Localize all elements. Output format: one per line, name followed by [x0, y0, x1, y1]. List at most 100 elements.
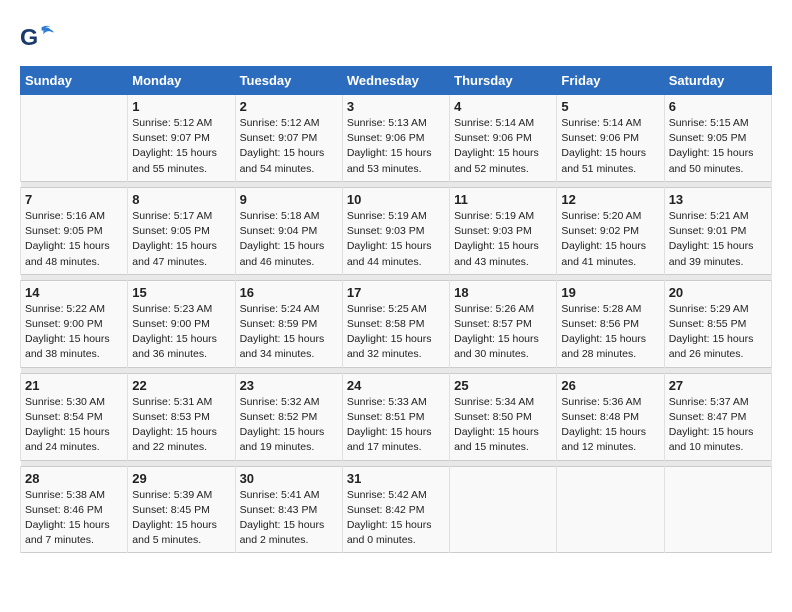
sunset-text: Sunset: 9:07 PM: [132, 131, 230, 146]
day-number: 9: [240, 192, 338, 207]
daylight-text: Daylight: 15 hours and 51 minutes.: [561, 146, 659, 176]
svg-text:G: G: [20, 24, 38, 50]
sunset-text: Sunset: 9:05 PM: [669, 131, 767, 146]
sunset-text: Sunset: 8:46 PM: [25, 503, 123, 518]
sunset-text: Sunset: 8:42 PM: [347, 503, 445, 518]
cell-info: Sunrise: 5:31 AM Sunset: 8:53 PM Dayligh…: [132, 395, 230, 456]
day-number: 19: [561, 285, 659, 300]
sunrise-text: Sunrise: 5:26 AM: [454, 302, 552, 317]
cell-info: Sunrise: 5:25 AM Sunset: 8:58 PM Dayligh…: [347, 302, 445, 363]
sunrise-text: Sunrise: 5:42 AM: [347, 488, 445, 503]
daylight-text: Daylight: 15 hours and 32 minutes.: [347, 332, 445, 362]
day-number: 5: [561, 99, 659, 114]
daylight-text: Daylight: 15 hours and 55 minutes.: [132, 146, 230, 176]
sunset-text: Sunset: 9:03 PM: [454, 224, 552, 239]
sunrise-text: Sunrise: 5:30 AM: [25, 395, 123, 410]
sunset-text: Sunset: 8:59 PM: [240, 317, 338, 332]
sunset-text: Sunset: 9:06 PM: [454, 131, 552, 146]
sunset-text: Sunset: 9:03 PM: [347, 224, 445, 239]
calendar-cell: 15 Sunrise: 5:23 AM Sunset: 9:00 PM Dayl…: [128, 280, 235, 367]
day-number: 23: [240, 378, 338, 393]
sunset-text: Sunset: 9:00 PM: [132, 317, 230, 332]
cell-info: Sunrise: 5:18 AM Sunset: 9:04 PM Dayligh…: [240, 209, 338, 270]
calendar-week-row: 28 Sunrise: 5:38 AM Sunset: 8:46 PM Dayl…: [21, 466, 772, 553]
daylight-text: Daylight: 15 hours and 43 minutes.: [454, 239, 552, 269]
day-number: 29: [132, 471, 230, 486]
sunset-text: Sunset: 8:54 PM: [25, 410, 123, 425]
sunset-text: Sunset: 8:50 PM: [454, 410, 552, 425]
daylight-text: Daylight: 15 hours and 30 minutes.: [454, 332, 552, 362]
sunrise-text: Sunrise: 5:20 AM: [561, 209, 659, 224]
day-number: 18: [454, 285, 552, 300]
cell-info: Sunrise: 5:33 AM Sunset: 8:51 PM Dayligh…: [347, 395, 445, 456]
sunrise-text: Sunrise: 5:25 AM: [347, 302, 445, 317]
day-number: 6: [669, 99, 767, 114]
cell-info: Sunrise: 5:34 AM Sunset: 8:50 PM Dayligh…: [454, 395, 552, 456]
sunrise-text: Sunrise: 5:22 AM: [25, 302, 123, 317]
sunset-text: Sunset: 8:51 PM: [347, 410, 445, 425]
sunset-text: Sunset: 9:01 PM: [669, 224, 767, 239]
cell-info: Sunrise: 5:14 AM Sunset: 9:06 PM Dayligh…: [454, 116, 552, 177]
cell-info: Sunrise: 5:15 AM Sunset: 9:05 PM Dayligh…: [669, 116, 767, 177]
sunset-text: Sunset: 8:43 PM: [240, 503, 338, 518]
daylight-text: Daylight: 15 hours and 38 minutes.: [25, 332, 123, 362]
daylight-text: Daylight: 15 hours and 12 minutes.: [561, 425, 659, 455]
day-number: 20: [669, 285, 767, 300]
calendar-cell: 5 Sunrise: 5:14 AM Sunset: 9:06 PM Dayli…: [557, 95, 664, 182]
sunset-text: Sunset: 9:07 PM: [240, 131, 338, 146]
calendar-cell: [21, 95, 128, 182]
calendar-cell: 10 Sunrise: 5:19 AM Sunset: 9:03 PM Dayl…: [342, 187, 449, 274]
header-day: Tuesday: [235, 67, 342, 95]
day-number: 8: [132, 192, 230, 207]
sunrise-text: Sunrise: 5:31 AM: [132, 395, 230, 410]
sunrise-text: Sunrise: 5:36 AM: [561, 395, 659, 410]
cell-info: Sunrise: 5:22 AM Sunset: 9:00 PM Dayligh…: [25, 302, 123, 363]
cell-info: Sunrise: 5:36 AM Sunset: 8:48 PM Dayligh…: [561, 395, 659, 456]
day-number: 2: [240, 99, 338, 114]
day-number: 13: [669, 192, 767, 207]
day-number: 12: [561, 192, 659, 207]
calendar-cell: 9 Sunrise: 5:18 AM Sunset: 9:04 PM Dayli…: [235, 187, 342, 274]
sunrise-text: Sunrise: 5:19 AM: [347, 209, 445, 224]
calendar-cell: 11 Sunrise: 5:19 AM Sunset: 9:03 PM Dayl…: [450, 187, 557, 274]
sunset-text: Sunset: 9:06 PM: [561, 131, 659, 146]
cell-info: Sunrise: 5:29 AM Sunset: 8:55 PM Dayligh…: [669, 302, 767, 363]
day-number: 25: [454, 378, 552, 393]
cell-info: Sunrise: 5:41 AM Sunset: 8:43 PM Dayligh…: [240, 488, 338, 549]
sunrise-text: Sunrise: 5:41 AM: [240, 488, 338, 503]
sunset-text: Sunset: 8:56 PM: [561, 317, 659, 332]
daylight-text: Daylight: 15 hours and 0 minutes.: [347, 518, 445, 548]
daylight-text: Daylight: 15 hours and 53 minutes.: [347, 146, 445, 176]
daylight-text: Daylight: 15 hours and 15 minutes.: [454, 425, 552, 455]
sunrise-text: Sunrise: 5:37 AM: [669, 395, 767, 410]
calendar-cell: 7 Sunrise: 5:16 AM Sunset: 9:05 PM Dayli…: [21, 187, 128, 274]
calendar-cell: 26 Sunrise: 5:36 AM Sunset: 8:48 PM Dayl…: [557, 373, 664, 460]
sunrise-text: Sunrise: 5:17 AM: [132, 209, 230, 224]
calendar-cell: 28 Sunrise: 5:38 AM Sunset: 8:46 PM Dayl…: [21, 466, 128, 553]
daylight-text: Daylight: 15 hours and 5 minutes.: [132, 518, 230, 548]
daylight-text: Daylight: 15 hours and 48 minutes.: [25, 239, 123, 269]
cell-info: Sunrise: 5:20 AM Sunset: 9:02 PM Dayligh…: [561, 209, 659, 270]
calendar-cell: 30 Sunrise: 5:41 AM Sunset: 8:43 PM Dayl…: [235, 466, 342, 553]
cell-info: Sunrise: 5:28 AM Sunset: 8:56 PM Dayligh…: [561, 302, 659, 363]
cell-info: Sunrise: 5:16 AM Sunset: 9:05 PM Dayligh…: [25, 209, 123, 270]
sunrise-text: Sunrise: 5:28 AM: [561, 302, 659, 317]
day-number: 17: [347, 285, 445, 300]
sunrise-text: Sunrise: 5:13 AM: [347, 116, 445, 131]
cell-info: Sunrise: 5:14 AM Sunset: 9:06 PM Dayligh…: [561, 116, 659, 177]
sunrise-text: Sunrise: 5:12 AM: [132, 116, 230, 131]
sunrise-text: Sunrise: 5:38 AM: [25, 488, 123, 503]
sunset-text: Sunset: 8:55 PM: [669, 317, 767, 332]
header-day: Monday: [128, 67, 235, 95]
calendar-cell: 2 Sunrise: 5:12 AM Sunset: 9:07 PM Dayli…: [235, 95, 342, 182]
calendar-cell: 1 Sunrise: 5:12 AM Sunset: 9:07 PM Dayli…: [128, 95, 235, 182]
header: G: [20, 20, 772, 56]
calendar-cell: 13 Sunrise: 5:21 AM Sunset: 9:01 PM Dayl…: [664, 187, 771, 274]
sunrise-text: Sunrise: 5:19 AM: [454, 209, 552, 224]
calendar-cell: [664, 466, 771, 553]
cell-info: Sunrise: 5:19 AM Sunset: 9:03 PM Dayligh…: [347, 209, 445, 270]
sunrise-text: Sunrise: 5:21 AM: [669, 209, 767, 224]
calendar-cell: 8 Sunrise: 5:17 AM Sunset: 9:05 PM Dayli…: [128, 187, 235, 274]
day-number: 7: [25, 192, 123, 207]
calendar-cell: 25 Sunrise: 5:34 AM Sunset: 8:50 PM Dayl…: [450, 373, 557, 460]
